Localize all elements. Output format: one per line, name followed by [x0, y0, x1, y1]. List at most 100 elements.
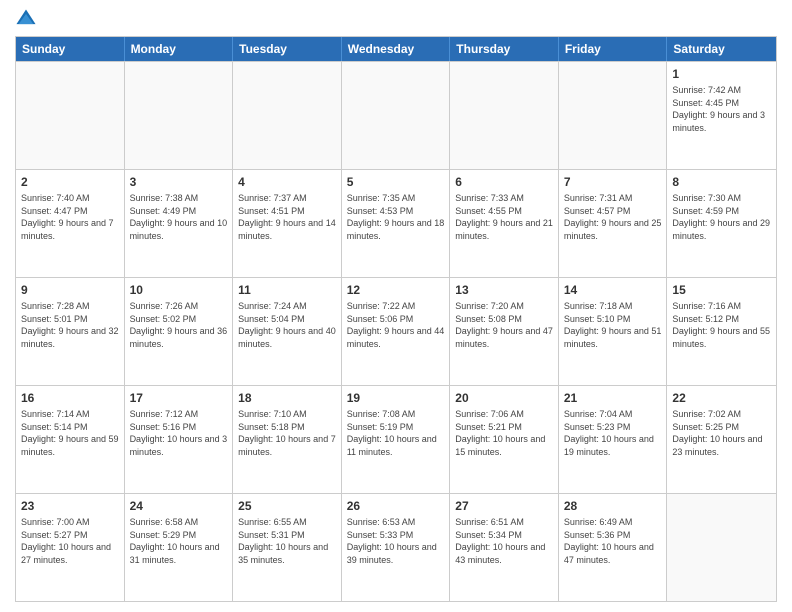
calendar-cell: 24 Sunrise: 6:58 AM Sunset: 5:29 PM Dayli…: [125, 494, 234, 601]
day-number: 11: [238, 282, 336, 298]
calendar-cell: 20Sunrise: 7:06 AM Sunset: 5:21 PM Dayli…: [450, 386, 559, 493]
calendar-week: 9 Sunrise: 7:28 AM Sunset: 5:01 PM Daylig…: [16, 277, 776, 385]
day-number: 5: [347, 174, 445, 190]
calendar-cell: 5 Sunrise: 7:35 AM Sunset: 4:53 PM Daylig…: [342, 170, 451, 277]
day-info: Sunrise: 7:04 AM Sunset: 5:23 PM Dayligh…: [564, 408, 662, 458]
day-number: 16: [21, 390, 119, 406]
calendar-cell: 25 Sunrise: 6:55 AM Sunset: 5:31 PM Dayli…: [233, 494, 342, 601]
day-number: 24: [130, 498, 228, 514]
day-info: Sunrise: 7:24 AM Sunset: 5:04 PM Dayligh…: [238, 300, 336, 350]
day-info: Sunrise: 7:10 AM Sunset: 5:18 PM Dayligh…: [238, 408, 336, 458]
day-info: Sunrise: 7:00 AM Sunset: 5:27 PM Dayligh…: [21, 516, 119, 566]
day-info: Sunrise: 7:08 AM Sunset: 5:19 PM Dayligh…: [347, 408, 445, 458]
calendar-cell: 28 Sunrise: 6:49 AM Sunset: 5:36 PM Dayli…: [559, 494, 668, 601]
day-number: 15: [672, 282, 771, 298]
calendar-week: 1 Sunrise: 7:42 AM Sunset: 4:45 PM Daylig…: [16, 61, 776, 169]
calendar-header-cell: Saturday: [667, 37, 776, 61]
calendar-cell: [233, 62, 342, 169]
calendar-cell: [667, 494, 776, 601]
day-info: Sunrise: 7:40 AM Sunset: 4:47 PM Dayligh…: [21, 192, 119, 242]
calendar-cell: 19 Sunrise: 7:08 AM Sunset: 5:19 PM Dayli…: [342, 386, 451, 493]
calendar-cell: 3 Sunrise: 7:38 AM Sunset: 4:49 PM Daylig…: [125, 170, 234, 277]
logo: [15, 10, 39, 30]
calendar-cell: 15 Sunrise: 7:16 AM Sunset: 5:12 PM Dayli…: [667, 278, 776, 385]
calendar-cell: 12 Sunrise: 7:22 AM Sunset: 5:06 PM Dayli…: [342, 278, 451, 385]
day-number: 8: [672, 174, 771, 190]
calendar-cell: [559, 62, 668, 169]
calendar-cell: [342, 62, 451, 169]
day-info: Sunrise: 6:58 AM Sunset: 5:29 PM Dayligh…: [130, 516, 228, 566]
calendar-cell: 16 Sunrise: 7:14 AM Sunset: 5:14 PM Dayli…: [16, 386, 125, 493]
calendar: SundayMondayTuesdayWednesdayThursdayFrid…: [15, 36, 777, 602]
calendar-cell: 9 Sunrise: 7:28 AM Sunset: 5:01 PM Daylig…: [16, 278, 125, 385]
calendar-cell: 4 Sunrise: 7:37 AM Sunset: 4:51 PM Daylig…: [233, 170, 342, 277]
day-info: Sunrise: 7:14 AM Sunset: 5:14 PM Dayligh…: [21, 408, 119, 458]
calendar-header-cell: Wednesday: [342, 37, 451, 61]
calendar-cell: 22 Sunrise: 7:02 AM Sunset: 5:25 PM Dayli…: [667, 386, 776, 493]
calendar-week: 2 Sunrise: 7:40 AM Sunset: 4:47 PM Daylig…: [16, 169, 776, 277]
day-info: Sunrise: 6:51 AM Sunset: 5:34 PM Dayligh…: [455, 516, 553, 566]
day-number: 13: [455, 282, 553, 298]
day-info: Sunrise: 7:12 AM Sunset: 5:16 PM Dayligh…: [130, 408, 228, 458]
day-number: 7: [564, 174, 662, 190]
day-info: Sunrise: 7:20 AM Sunset: 5:08 PM Dayligh…: [455, 300, 553, 350]
day-number: 9: [21, 282, 119, 298]
day-info: Sunrise: 6:49 AM Sunset: 5:36 PM Dayligh…: [564, 516, 662, 566]
calendar-cell: 14Sunrise: 7:18 AM Sunset: 5:10 PM Dayli…: [559, 278, 668, 385]
calendar-cell: 8 Sunrise: 7:30 AM Sunset: 4:59 PM Daylig…: [667, 170, 776, 277]
day-info: Sunrise: 7:42 AM Sunset: 4:45 PM Dayligh…: [672, 84, 771, 134]
calendar-cell: 26 Sunrise: 6:53 AM Sunset: 5:33 PM Dayli…: [342, 494, 451, 601]
day-number: 18: [238, 390, 336, 406]
calendar-cell: 23 Sunrise: 7:00 AM Sunset: 5:27 PM Dayli…: [16, 494, 125, 601]
calendar-body: 1 Sunrise: 7:42 AM Sunset: 4:45 PM Daylig…: [16, 61, 776, 601]
logo-icon: [15, 8, 37, 30]
day-number: 21: [564, 390, 662, 406]
day-number: 10: [130, 282, 228, 298]
day-number: 3: [130, 174, 228, 190]
calendar-cell: 7 Sunrise: 7:31 AM Sunset: 4:57 PM Daylig…: [559, 170, 668, 277]
calendar-header-cell: Sunday: [16, 37, 125, 61]
day-number: 4: [238, 174, 336, 190]
day-number: 28: [564, 498, 662, 514]
calendar-cell: 1 Sunrise: 7:42 AM Sunset: 4:45 PM Daylig…: [667, 62, 776, 169]
day-info: Sunrise: 7:37 AM Sunset: 4:51 PM Dayligh…: [238, 192, 336, 242]
calendar-cell: 21 Sunrise: 7:04 AM Sunset: 5:23 PM Dayli…: [559, 386, 668, 493]
day-info: Sunrise: 6:55 AM Sunset: 5:31 PM Dayligh…: [238, 516, 336, 566]
day-info: Sunrise: 6:53 AM Sunset: 5:33 PM Dayligh…: [347, 516, 445, 566]
calendar-week: 23 Sunrise: 7:00 AM Sunset: 5:27 PM Dayli…: [16, 493, 776, 601]
day-info: Sunrise: 7:30 AM Sunset: 4:59 PM Dayligh…: [672, 192, 771, 242]
calendar-cell: 2 Sunrise: 7:40 AM Sunset: 4:47 PM Daylig…: [16, 170, 125, 277]
day-info: Sunrise: 7:33 AM Sunset: 4:55 PM Dayligh…: [455, 192, 553, 242]
day-number: 17: [130, 390, 228, 406]
day-number: 27: [455, 498, 553, 514]
calendar-cell: 27 Sunrise: 6:51 AM Sunset: 5:34 PM Dayli…: [450, 494, 559, 601]
day-number: 6: [455, 174, 553, 190]
day-number: 12: [347, 282, 445, 298]
calendar-week: 16 Sunrise: 7:14 AM Sunset: 5:14 PM Dayli…: [16, 385, 776, 493]
calendar-cell: 18 Sunrise: 7:10 AM Sunset: 5:18 PM Dayli…: [233, 386, 342, 493]
day-number: 23: [21, 498, 119, 514]
day-number: 20: [455, 390, 553, 406]
calendar-cell: 13 Sunrise: 7:20 AM Sunset: 5:08 PM Dayli…: [450, 278, 559, 385]
calendar-header-cell: Tuesday: [233, 37, 342, 61]
calendar-cell: 11 Sunrise: 7:24 AM Sunset: 5:04 PM Dayli…: [233, 278, 342, 385]
calendar-cell: [16, 62, 125, 169]
day-number: 26: [347, 498, 445, 514]
day-info: Sunrise: 7:35 AM Sunset: 4:53 PM Dayligh…: [347, 192, 445, 242]
page: SundayMondayTuesdayWednesdayThursdayFrid…: [0, 0, 792, 612]
day-info: Sunrise: 7:22 AM Sunset: 5:06 PM Dayligh…: [347, 300, 445, 350]
day-number: 14: [564, 282, 662, 298]
calendar-header-cell: Friday: [559, 37, 668, 61]
day-number: 1: [672, 66, 771, 82]
day-number: 2: [21, 174, 119, 190]
calendar-header-cell: Thursday: [450, 37, 559, 61]
day-info: Sunrise: 7:16 AM Sunset: 5:12 PM Dayligh…: [672, 300, 771, 350]
day-number: 25: [238, 498, 336, 514]
day-number: 22: [672, 390, 771, 406]
day-number: 19: [347, 390, 445, 406]
calendar-cell: 17 Sunrise: 7:12 AM Sunset: 5:16 PM Dayli…: [125, 386, 234, 493]
day-info: Sunrise: 7:28 AM Sunset: 5:01 PM Dayligh…: [21, 300, 119, 350]
day-info: Sunrise: 7:38 AM Sunset: 4:49 PM Dayligh…: [130, 192, 228, 242]
day-info: Sunrise: 7:02 AM Sunset: 5:25 PM Dayligh…: [672, 408, 771, 458]
day-info: Sunrise: 7:31 AM Sunset: 4:57 PM Dayligh…: [564, 192, 662, 242]
